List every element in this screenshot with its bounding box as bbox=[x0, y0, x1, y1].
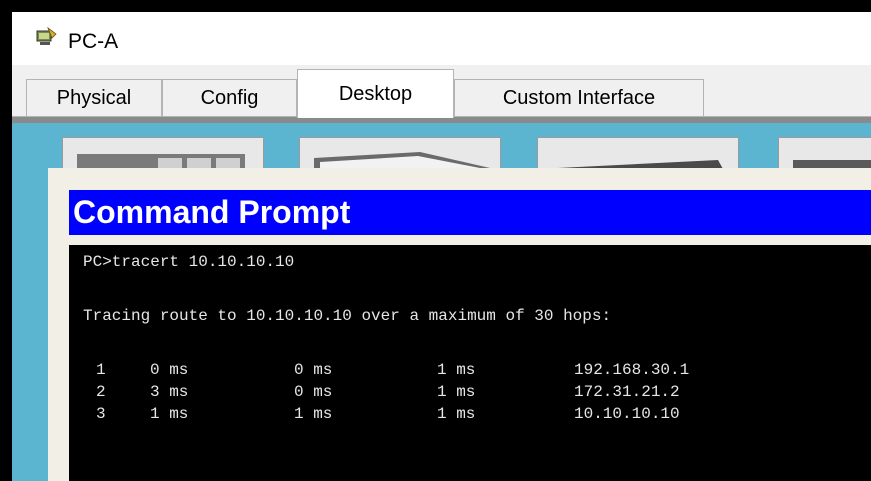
command-line: PC>tracert 10.10.10.10 bbox=[83, 253, 295, 271]
terminal-output[interactable]: PC>tracert 10.10.10.10 Tracing route to … bbox=[69, 245, 871, 481]
hop-number: 1 bbox=[96, 361, 106, 379]
tab-config[interactable]: Config bbox=[162, 79, 297, 117]
command-prompt-title: Command Prompt bbox=[69, 190, 871, 235]
tab-physical[interactable]: Physical bbox=[26, 79, 162, 117]
hop-address: 10.10.10.10 bbox=[574, 405, 680, 423]
hop-address: 172.31.21.2 bbox=[574, 383, 680, 401]
hop-time-1: 1 ms bbox=[150, 405, 189, 423]
hop-time-1: 0 ms bbox=[150, 361, 189, 379]
hop-address: 192.168.30.1 bbox=[574, 361, 690, 379]
tab-custom-interface[interactable]: Custom Interface bbox=[454, 79, 704, 117]
hop-number: 3 bbox=[96, 405, 106, 423]
hop-time-2: 0 ms bbox=[294, 383, 333, 401]
hop-time-3: 1 ms bbox=[437, 383, 476, 401]
hop-time-1: 3 ms bbox=[150, 383, 189, 401]
title-bar: PC-A bbox=[12, 12, 871, 65]
window-title: PC-A bbox=[68, 30, 119, 53]
tab-desktop[interactable]: Desktop bbox=[297, 69, 454, 118]
hop-time-3: 1 ms bbox=[437, 361, 476, 379]
command-prompt-window: Command Prompt PC>tracert 10.10.10.10 Tr… bbox=[48, 168, 871, 481]
hop-time-2: 0 ms bbox=[294, 361, 333, 379]
hop-time-2: 1 ms bbox=[294, 405, 333, 423]
pc-a-window: PC-A Physical Config Desktop Custom Inte… bbox=[12, 12, 871, 481]
pc-app-icon bbox=[36, 26, 57, 45]
tab-strip: Physical Config Desktop Custom Interface bbox=[12, 65, 871, 118]
hop-time-3: 1 ms bbox=[437, 405, 476, 423]
tracing-line: Tracing route to 10.10.10.10 over a maxi… bbox=[83, 307, 612, 325]
hop-number: 2 bbox=[96, 383, 106, 401]
